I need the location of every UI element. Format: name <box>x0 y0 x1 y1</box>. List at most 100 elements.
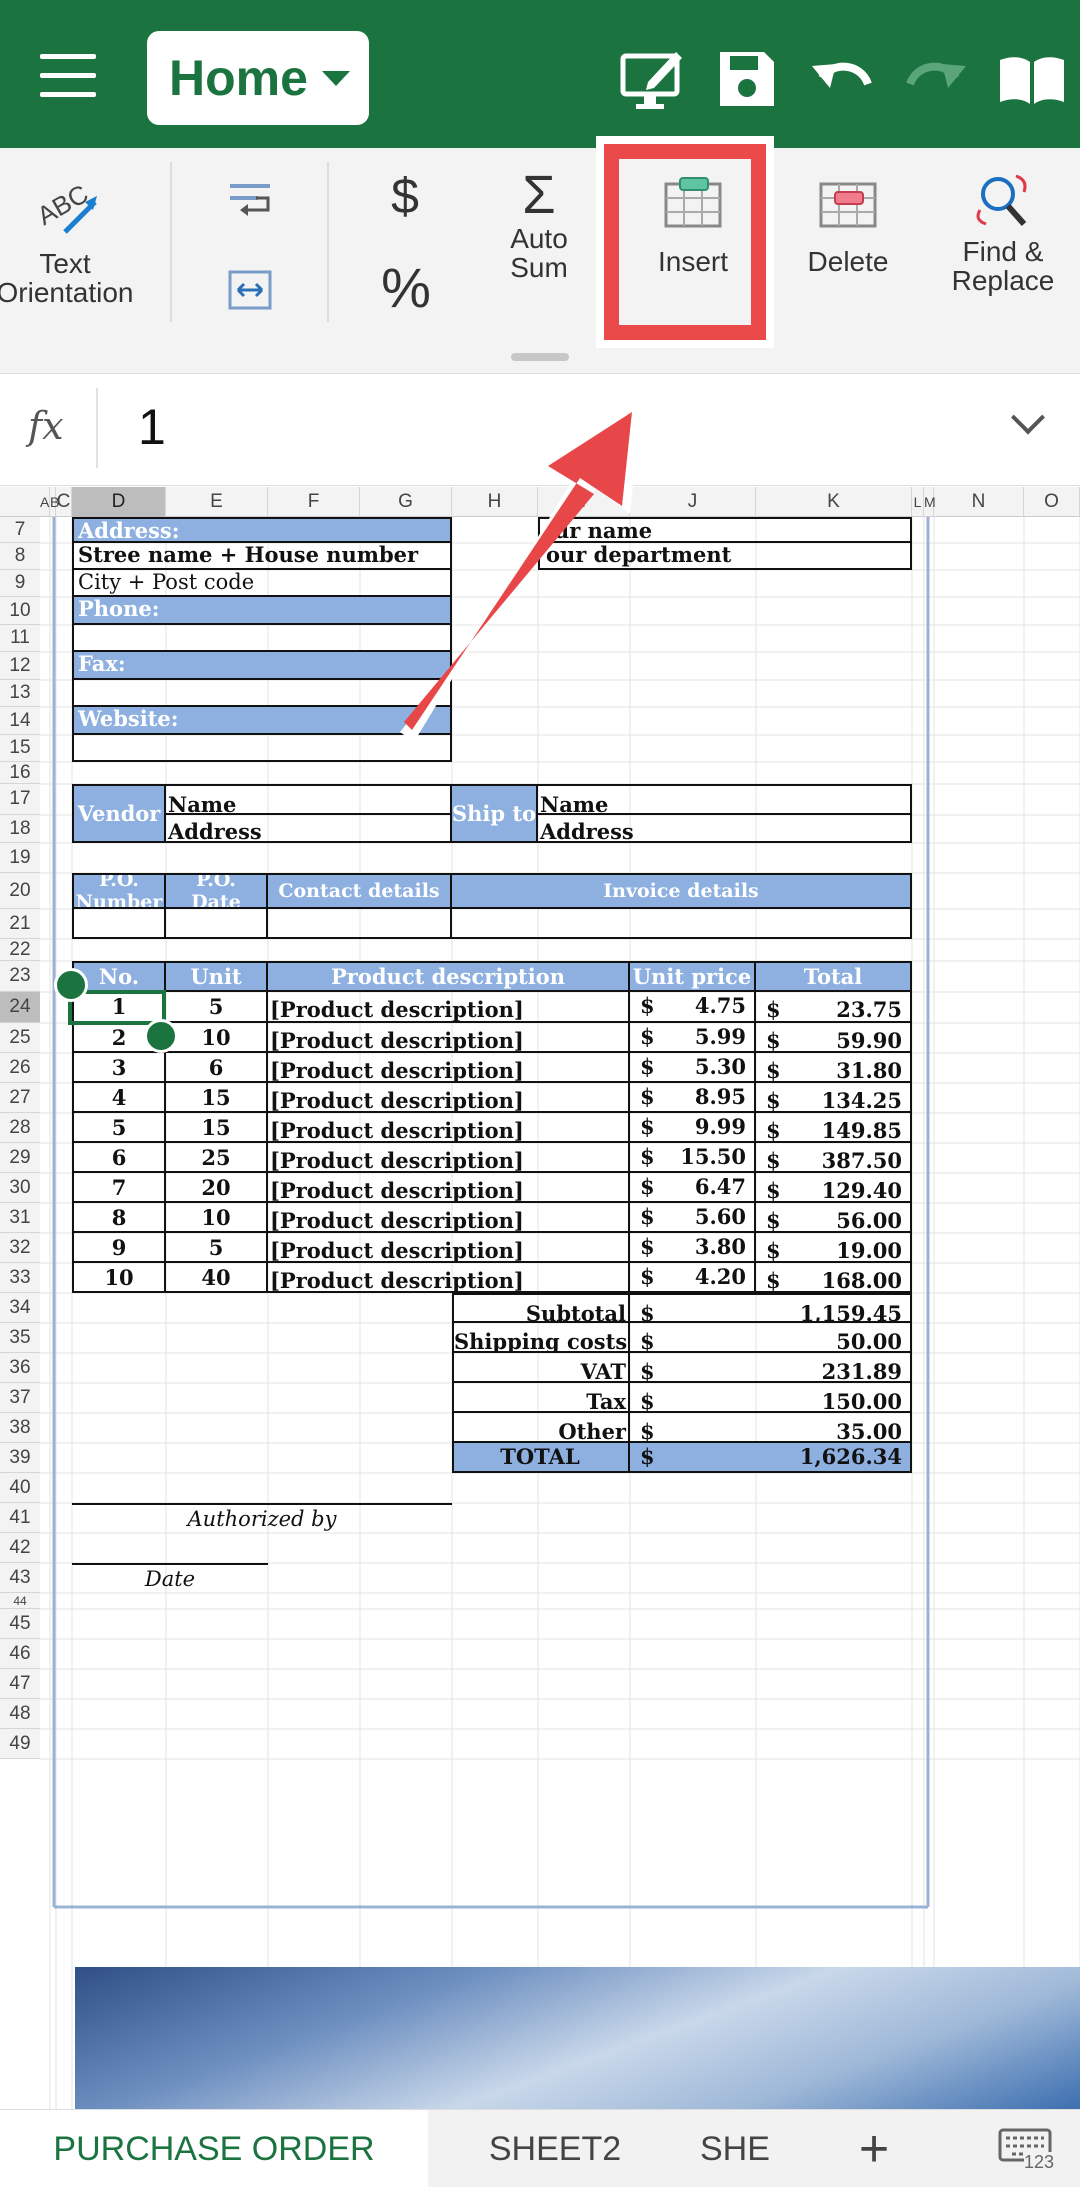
table-row-unit-price[interactable]: $5.99 <box>630 1023 756 1053</box>
summary-value[interactable]: $35.00 <box>630 1413 912 1443</box>
table-row-desc[interactable]: [Product description] <box>268 1233 630 1263</box>
website-label[interactable]: Website: <box>72 707 452 735</box>
summary-value[interactable]: $150.00 <box>630 1383 912 1413</box>
summary-label[interactable]: Other <box>452 1413 630 1443</box>
table-header-2[interactable]: Product description <box>268 961 630 992</box>
undo-icon[interactable] <box>808 44 878 114</box>
table-row-desc[interactable]: [Product description] <box>268 1023 630 1053</box>
table-row-desc[interactable]: [Product description] <box>268 1113 630 1143</box>
table-row-total[interactable]: $23.75 <box>756 992 912 1023</box>
wrap-text-icon[interactable] <box>226 178 276 222</box>
home-tab-dropdown[interactable]: Home <box>147 31 369 125</box>
website-cell[interactable] <box>72 735 452 762</box>
percent-format-button[interactable]: % <box>376 256 436 320</box>
tab-sheet2[interactable]: SHEET2 <box>430 2110 680 2187</box>
table-row-unit[interactable]: 10 <box>166 1203 268 1233</box>
table-row-total[interactable]: $129.40 <box>756 1173 912 1203</box>
authorized-by-label[interactable]: Authorized by <box>72 1503 452 1533</box>
currency-format-button[interactable]: $ <box>380 166 430 226</box>
table-row-total[interactable]: $168.00 <box>756 1263 912 1293</box>
street-cell[interactable]: Stree name + House number <box>72 543 452 570</box>
table-row-no[interactable]: 10 <box>72 1263 166 1293</box>
ship-name[interactable]: Name <box>538 784 912 815</box>
table-row-unit[interactable]: 10 <box>166 1023 268 1053</box>
edit-sheet-icon[interactable] <box>618 44 688 114</box>
spreadsheet-grid[interactable]: ABCDEFGHIJKLMNO 7 8 9 10 11 12 13 14 15 16 17 18 19 2… <box>0 487 1080 2109</box>
table-row-unit[interactable]: 25 <box>166 1143 268 1173</box>
summary-label[interactable]: Tax <box>452 1383 630 1413</box>
table-row-total[interactable]: $387.50 <box>756 1143 912 1173</box>
summary-value[interactable]: $50.00 <box>630 1323 912 1353</box>
table-row-total[interactable]: $149.85 <box>756 1113 912 1143</box>
po-header-2[interactable]: Contact details <box>268 873 452 909</box>
table-row-unit[interactable]: 15 <box>166 1083 268 1113</box>
keyboard-icon[interactable]: 123 <box>998 2128 1056 2173</box>
po-header-3[interactable]: Invoice details <box>452 873 912 909</box>
summary-value[interactable]: $231.89 <box>630 1353 912 1383</box>
your-name-cell[interactable]: ur name <box>538 517 912 543</box>
fax-cell[interactable] <box>72 680 452 707</box>
vendor-address[interactable]: Address <box>166 815 452 843</box>
table-row-unit-price[interactable]: $4.20 <box>630 1263 756 1293</box>
table-row-no[interactable]: 5 <box>72 1113 166 1143</box>
city-cell[interactable]: City + Post code <box>72 570 452 597</box>
table-row-desc[interactable]: [Product description] <box>268 992 630 1023</box>
table-row-desc[interactable]: [Product description] <box>268 1083 630 1113</box>
table-row-unit[interactable]: 5 <box>166 1233 268 1263</box>
table-row-desc[interactable]: [Product description] <box>268 1053 630 1083</box>
summary-label[interactable]: Subtotal <box>452 1293 630 1323</box>
auto-sum-button[interactable]: Σ Auto Sum <box>496 166 582 282</box>
table-row-unit-price[interactable]: $9.99 <box>630 1113 756 1143</box>
summary-label[interactable]: Shipping costs <box>452 1323 630 1353</box>
table-header-3[interactable]: Unit price <box>630 961 756 992</box>
selection-handle[interactable] <box>54 968 88 1002</box>
vendor-name[interactable]: Name <box>166 784 452 815</box>
table-row-total[interactable]: $56.00 <box>756 1203 912 1233</box>
table-row-unit-price[interactable]: $3.80 <box>630 1233 756 1263</box>
formula-input[interactable]: 1 <box>138 398 166 456</box>
embedded-image[interactable] <box>75 1967 1080 2109</box>
table-row-no[interactable]: 7 <box>72 1173 166 1203</box>
table-row-total[interactable]: $59.90 <box>756 1023 912 1053</box>
po-value-1[interactable] <box>166 909 268 939</box>
table-row-unit[interactable]: 6 <box>166 1053 268 1083</box>
table-row-unit[interactable]: 20 <box>166 1173 268 1203</box>
table-header-1[interactable]: Unit <box>166 961 268 992</box>
tab-sheet3[interactable]: SHE <box>700 2110 820 2187</box>
po-value-2[interactable] <box>268 909 452 939</box>
table-row-unit-price[interactable]: $5.30 <box>630 1053 756 1083</box>
chevron-down-icon[interactable] <box>1011 400 1045 435</box>
read-mode-icon[interactable] <box>996 44 1068 114</box>
ship-address[interactable]: Address <box>538 815 912 843</box>
table-row-no[interactable]: 3 <box>72 1053 166 1083</box>
merge-cells-icon[interactable] <box>226 268 276 312</box>
address-label[interactable]: Address: <box>72 517 452 543</box>
your-department-cell[interactable]: our department <box>538 543 912 570</box>
po-header-1[interactable]: P.O. Date <box>166 873 268 909</box>
fax-label[interactable]: Fax: <box>72 652 452 680</box>
summary-label[interactable]: VAT <box>452 1353 630 1383</box>
summary-value[interactable]: $1,626.34 <box>630 1443 912 1473</box>
table-row-no[interactable]: 4 <box>72 1083 166 1113</box>
delete-button[interactable]: Delete <box>790 176 906 276</box>
table-row-total[interactable]: $31.80 <box>756 1053 912 1083</box>
find-replace-button[interactable]: Find & Replace <box>940 170 1066 295</box>
table-row-unit-price[interactable]: $8.95 <box>630 1083 756 1113</box>
tab-purchase-order[interactable]: PURCHASE ORDER <box>0 2110 428 2187</box>
save-icon[interactable] <box>712 44 782 114</box>
table-row-unit-price[interactable]: $4.75 <box>630 992 756 1023</box>
table-row-desc[interactable]: [Product description] <box>268 1203 630 1233</box>
po-value-0[interactable] <box>72 909 166 939</box>
menu-icon[interactable] <box>40 54 100 100</box>
date-label[interactable]: Date <box>72 1563 268 1593</box>
table-row-no[interactable]: 6 <box>72 1143 166 1173</box>
text-orientation-button[interactable]: ABC Text Orientation <box>0 174 140 307</box>
vendor-label[interactable]: Vendor <box>72 784 166 843</box>
summary-value[interactable]: $1,159.45 <box>630 1293 912 1323</box>
table-row-unit-price[interactable]: $5.60 <box>630 1203 756 1233</box>
selection-handle[interactable] <box>144 1019 178 1053</box>
table-row-total[interactable]: $19.00 <box>756 1233 912 1263</box>
table-row-desc[interactable]: [Product description] <box>268 1173 630 1203</box>
table-row-no[interactable]: 8 <box>72 1203 166 1233</box>
add-sheet-button[interactable]: + <box>836 2110 912 2187</box>
